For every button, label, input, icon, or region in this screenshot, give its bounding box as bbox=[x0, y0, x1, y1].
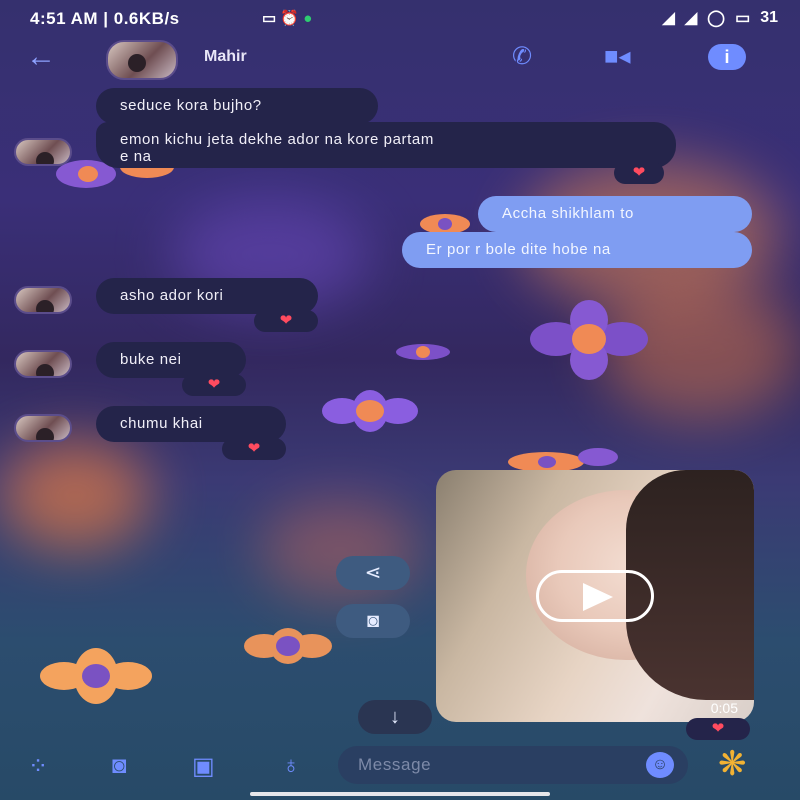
microphone-icon[interactable]: ♁ bbox=[282, 752, 300, 780]
sent-message[interactable]: Accha shikhlam to bbox=[478, 196, 752, 232]
battery-icon: ▭ bbox=[735, 10, 751, 27]
scroll-down-icon[interactable]: ↓ bbox=[358, 700, 432, 734]
sender-avatar[interactable] bbox=[14, 286, 72, 314]
flower-decoration bbox=[396, 338, 450, 364]
notification-icons: ▭ ⏰ ● bbox=[262, 10, 313, 27]
info-icon[interactable]: i bbox=[708, 44, 746, 70]
home-indicator bbox=[250, 792, 550, 796]
flower-decoration bbox=[322, 390, 418, 432]
flower-decoration bbox=[530, 300, 650, 380]
heart-reaction[interactable]: ❤ bbox=[222, 438, 286, 460]
heart-reaction[interactable]: ❤ bbox=[686, 718, 750, 740]
sender-avatar[interactable] bbox=[14, 414, 72, 442]
play-icon[interactable] bbox=[536, 570, 654, 622]
vpn-icon: ◯ bbox=[707, 10, 726, 27]
contact-avatar[interactable] bbox=[106, 40, 178, 80]
message-input-box[interactable]: ☺ bbox=[338, 746, 688, 784]
composer-bar: ⁘ ◙ ▣ ♁ ☺ ❋ bbox=[0, 740, 800, 800]
sender-avatar[interactable] bbox=[14, 350, 72, 378]
gallery-icon[interactable]: ▣ bbox=[192, 752, 215, 781]
sender-avatar[interactable] bbox=[14, 138, 72, 166]
flower-decoration bbox=[244, 628, 332, 664]
heart-reaction[interactable]: ❤ bbox=[182, 374, 246, 396]
heart-reaction[interactable]: ❤ bbox=[254, 310, 318, 332]
contact-name[interactable]: Mahir bbox=[204, 48, 247, 66]
received-message[interactable]: emon kichu jeta dekhe ador na kore parta… bbox=[96, 122, 676, 168]
status-bar: 4:51 AM | 0.6KB/s ▭ ⏰ ● ◢ ◢ ◯ ▭ 31 bbox=[0, 0, 800, 36]
received-message[interactable]: seduce kora bujho? bbox=[96, 88, 378, 124]
arrow-left-icon[interactable]: ← bbox=[26, 42, 56, 72]
video-camera-icon[interactable]: ■◂ bbox=[604, 42, 631, 71]
phone-icon[interactable]: ✆ bbox=[512, 42, 532, 71]
received-message[interactable]: buke nei bbox=[96, 342, 246, 378]
background-glow bbox=[0, 440, 150, 550]
camera-save-icon[interactable]: ◙ bbox=[336, 604, 410, 638]
received-message[interactable]: asho ador kori bbox=[96, 278, 318, 314]
apps-grid-icon[interactable]: ⁘ bbox=[28, 752, 48, 781]
received-message[interactable]: chumu khai bbox=[96, 406, 286, 442]
sent-message[interactable]: Er por r bole dite hobe na bbox=[402, 232, 752, 268]
flower-decoration bbox=[508, 448, 618, 472]
share-icon[interactable]: ⋖ bbox=[336, 556, 410, 590]
heart-reaction[interactable]: ❤ bbox=[614, 162, 664, 184]
video-duration: 0:05 bbox=[710, 700, 738, 716]
bee-sticker-icon[interactable]: ❋ bbox=[718, 744, 747, 784]
flower-decoration bbox=[40, 648, 152, 704]
status-time: 4:51 AM | 0.6KB/s bbox=[30, 9, 180, 28]
message-input[interactable] bbox=[358, 752, 608, 778]
signal-icon: ◢ bbox=[684, 10, 698, 27]
video-message[interactable]: 0:05 bbox=[436, 470, 754, 722]
camera-icon[interactable]: ◙ bbox=[112, 752, 127, 780]
chat-header: ← Mahir ✆ ■◂ i bbox=[0, 36, 800, 80]
message-line: e na bbox=[120, 148, 152, 165]
emoji-icon[interactable]: ☺ bbox=[646, 752, 674, 778]
status-right: ◢ ◢ ◯ ▭ 31 bbox=[663, 8, 778, 28]
signal-icon: ◢ bbox=[662, 10, 675, 27]
battery-level: 31 bbox=[760, 9, 778, 26]
